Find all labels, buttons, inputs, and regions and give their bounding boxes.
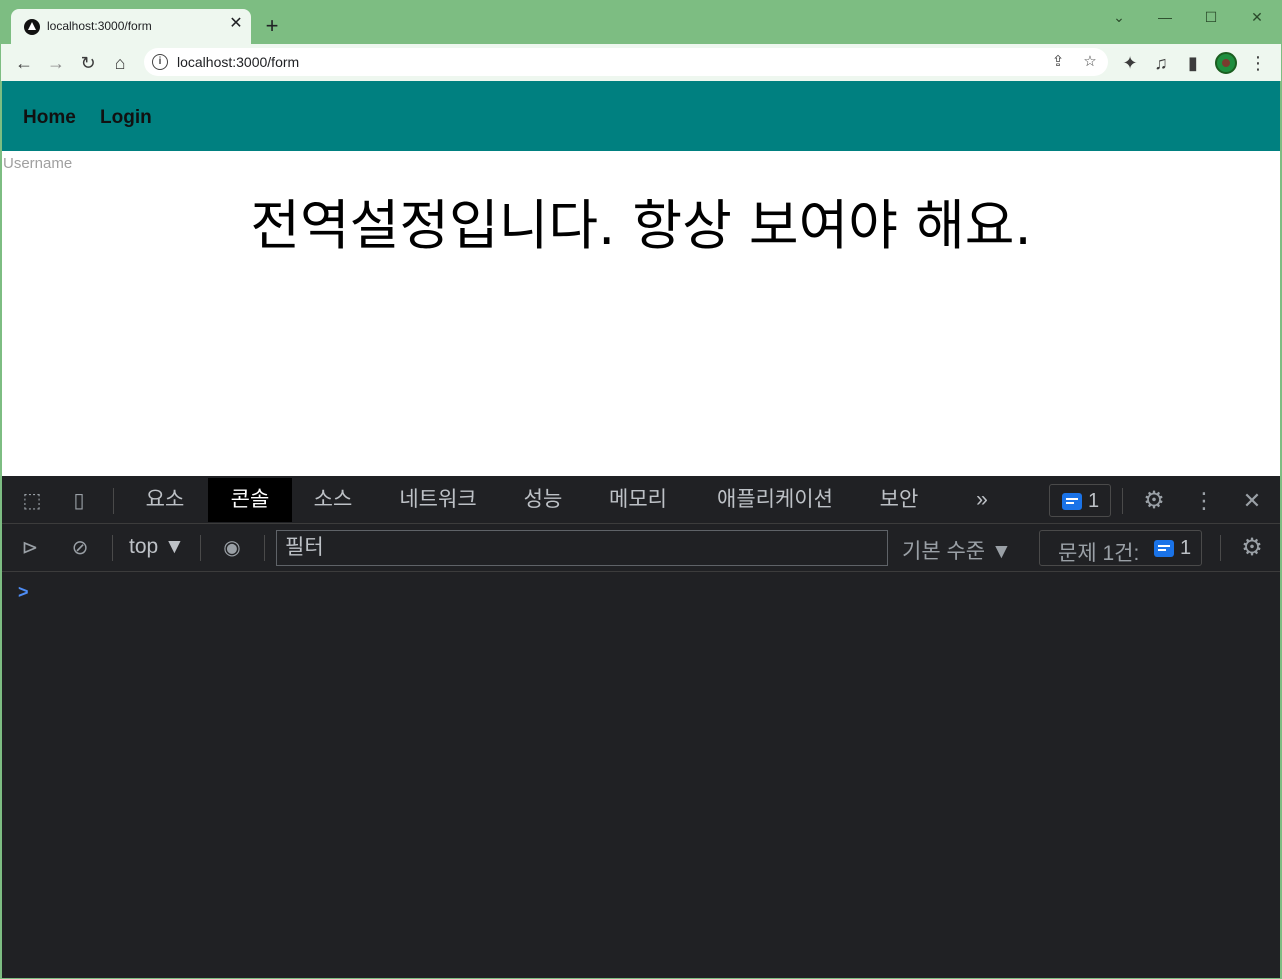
devtools-tab-bar: ⬚ ▯ 요소 콘솔 소스 네트워크 성능 메모리 애플리케이션 보안 » 1 ⚙…	[2, 476, 1280, 524]
tab-application[interactable]: 애플리케이션	[702, 478, 848, 522]
live-expression-eye-icon[interactable]: ◉	[218, 534, 246, 562]
browser-window: localhost:3000/form ✕ + ⌄ — ☐ ✕ ← → ↻ ⌂ …	[1, 1, 1281, 978]
new-tab-button[interactable]: +	[261, 15, 283, 37]
site-info-icon[interactable]: i	[152, 54, 168, 70]
settings-gear-icon[interactable]: ⚙	[1140, 487, 1168, 515]
divider	[113, 488, 114, 514]
issues-chat-icon	[1062, 493, 1082, 510]
divider	[1122, 488, 1123, 514]
address-bar[interactable]: i localhost:3000/form ⇪ ☆	[144, 48, 1108, 76]
devtools-menu-icon[interactable]: ⋮	[1190, 487, 1218, 515]
issues-count: 1	[1088, 490, 1100, 512]
browser-menu-icon[interactable]: ⋮	[1245, 50, 1271, 76]
nav-link-home[interactable]: Home	[23, 107, 76, 129]
browser-toolbar: ← → ↻ ⌂ i localhost:3000/form ⇪ ☆ ✦ ♫ ▮ …	[1, 44, 1281, 81]
tab-elements[interactable]: 요소	[130, 478, 200, 522]
tab-strip: localhost:3000/form ✕ + ⌄ — ☐ ✕	[1, 1, 1281, 45]
device-toolbar-icon[interactable]: ▯	[65, 487, 93, 515]
issues-count: 1	[1180, 537, 1192, 559]
issues-button[interactable]: 1	[1049, 484, 1111, 517]
share-icon[interactable]: ⇪	[1047, 51, 1069, 73]
close-window-button[interactable]: ✕	[1242, 7, 1272, 27]
tab-security[interactable]: 보안	[864, 478, 934, 522]
tab-title: localhost:3000/form	[47, 19, 152, 33]
nav-link-login[interactable]: Login	[100, 107, 152, 129]
minimize-button[interactable]: —	[1150, 7, 1180, 27]
reload-button[interactable]: ↻	[75, 50, 101, 76]
issues-chat-icon	[1154, 540, 1174, 557]
tab-memory[interactable]: 메모리	[596, 478, 680, 522]
console-issues-button[interactable]: 문제 1건: 1	[1039, 530, 1202, 566]
browser-tab[interactable]: localhost:3000/form ✕	[11, 9, 251, 45]
site-navbar: Home Login	[2, 81, 1280, 151]
devtools-panel: ⬚ ▯ 요소 콘솔 소스 네트워크 성능 메모리 애플리케이션 보안 » 1 ⚙…	[2, 476, 1280, 978]
tab-performance[interactable]: 성능	[508, 478, 578, 522]
close-devtools-icon[interactable]: ✕	[1238, 487, 1266, 515]
extensions-icon[interactable]: ✦	[1117, 50, 1143, 76]
console-settings-gear-icon[interactable]: ⚙	[1238, 534, 1266, 562]
back-button[interactable]: ←	[11, 50, 37, 76]
side-panel-icon[interactable]: ▮	[1180, 50, 1206, 76]
page-headline: 전역설정입니다. 항상 보여야 해요.	[250, 194, 1032, 257]
tab-search-icon[interactable]: ⌄	[1104, 7, 1134, 27]
username-label: Username	[3, 155, 73, 172]
issues-label: 문제 1건:	[1058, 542, 1140, 565]
tab-console[interactable]: 콘솔	[208, 478, 292, 522]
page-viewport: Home Login Username 전역설정입니다. 항상 보여야 해요.	[2, 81, 1280, 476]
forward-button[interactable]: →	[43, 50, 69, 76]
clear-console-icon[interactable]: ⊘	[66, 534, 94, 562]
media-control-icon[interactable]: ♫	[1148, 50, 1174, 76]
sidebar-toggle-icon[interactable]: ⊳	[16, 534, 44, 562]
home-button[interactable]: ⌂	[107, 50, 133, 76]
maximize-button[interactable]: ☐	[1196, 7, 1226, 27]
address-url[interactable]: localhost:3000/form	[177, 54, 299, 70]
profile-avatar[interactable]	[1215, 52, 1237, 74]
tab-network[interactable]: 네트워크	[386, 478, 490, 522]
divider	[112, 535, 113, 561]
console-prompt-icon[interactable]: >	[18, 582, 29, 603]
inspect-element-icon[interactable]: ⬚	[18, 487, 46, 515]
console-toolbar: ⊳ ⊘ top ▼ ◉ 기본 수준 ▼ 문제 1건: 1 ⚙	[2, 525, 1280, 572]
tab-close-icon[interactable]: ✕	[227, 15, 245, 33]
divider	[264, 535, 265, 561]
log-level-select[interactable]: 기본 수준 ▼	[902, 535, 1012, 565]
more-tabs-icon[interactable]: »	[962, 478, 1002, 522]
divider	[1220, 535, 1221, 561]
divider	[200, 535, 201, 561]
bookmark-star-icon[interactable]: ☆	[1079, 51, 1101, 73]
tab-sources[interactable]: 소스	[298, 478, 368, 522]
favicon-icon	[24, 19, 40, 35]
console-filter-input[interactable]	[276, 530, 888, 566]
context-select[interactable]: top ▼	[129, 535, 185, 559]
